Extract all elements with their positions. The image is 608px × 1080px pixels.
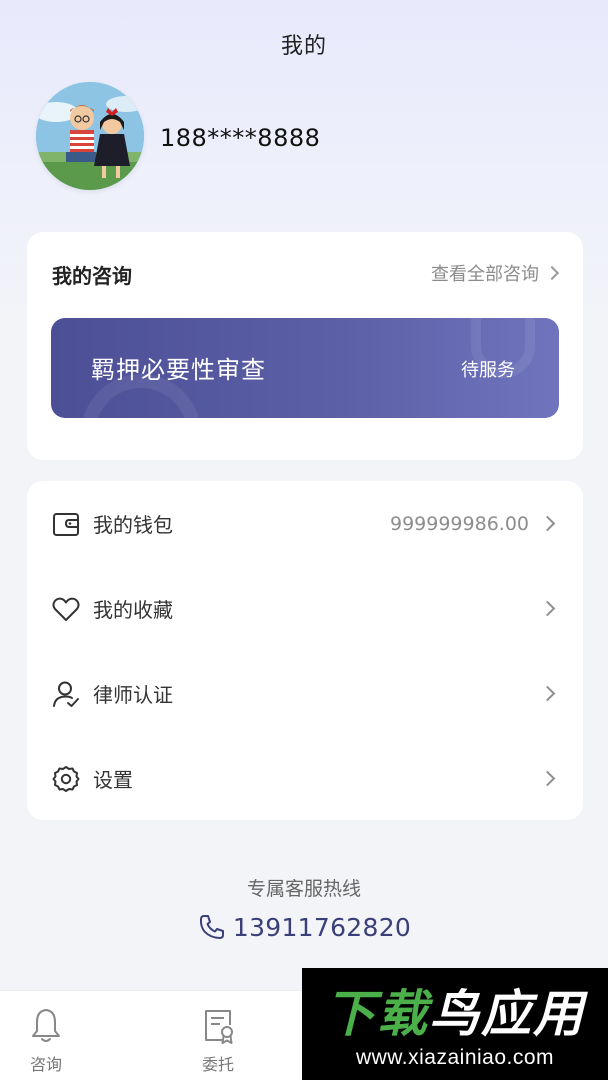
view-all-consultations-link[interactable]: 查看全部咨询	[431, 260, 560, 286]
chevron-right-icon	[539, 770, 556, 787]
menu-item-settings[interactable]: 设置	[27, 736, 583, 821]
chevron-right-icon	[539, 515, 556, 532]
nav-tab-label: 咨询	[29, 1055, 62, 1074]
hotline-call-button[interactable]: 13911762820	[0, 912, 608, 942]
menu-item-wallet[interactable]: 我的钱包 999999986.00	[27, 481, 583, 566]
chevron-right-icon	[539, 600, 556, 617]
heart-icon	[50, 593, 82, 625]
avatar[interactable]	[36, 82, 144, 190]
consultation-item-name: 羁押必要性审查	[91, 356, 266, 384]
my-consultation-card: 我的咨询 查看全部咨询 羁押必要性审查 待服务	[27, 232, 583, 460]
nav-tab-consult[interactable]: 咨询	[6, 1007, 86, 1075]
chevron-right-icon	[539, 685, 556, 702]
nav-tab-entrust[interactable]: 委托	[178, 1007, 258, 1075]
menu-item-favorites[interactable]: 我的收藏	[27, 566, 583, 651]
consultation-status-badge: 待服务	[461, 360, 515, 381]
gear-icon	[50, 763, 82, 795]
menu-item-label: 设置	[93, 768, 133, 792]
view-all-label: 查看全部咨询	[431, 264, 539, 285]
consultation-section-title: 我的咨询	[52, 264, 132, 288]
nav-tab-label: 委托	[201, 1055, 234, 1074]
menu-item-label: 我的钱包	[93, 513, 173, 537]
wallet-icon	[50, 508, 82, 540]
document-badge-icon	[205, 1010, 233, 1044]
avatar-illustration	[36, 82, 144, 190]
watermark-brand-green: 下载	[325, 985, 429, 1043]
menu-list-card: 我的钱包 999999986.00 我的收藏 律师认证 设置	[27, 481, 583, 820]
watermark-url: www.xiazainiao.com	[355, 1046, 555, 1069]
watermark-logo: 下载鸟应用 www.xiazainiao.com	[302, 968, 608, 1080]
menu-item-lawyer-certification[interactable]: 律师认证	[27, 651, 583, 736]
wallet-balance: 999999986.00	[389, 512, 529, 535]
watermark-brand: 下载鸟应用	[302, 974, 608, 1046]
page-title: 我的	[280, 34, 327, 59]
watermark-brand-white: 鸟应用	[429, 985, 585, 1043]
consultation-item-card[interactable]: 羁押必要性审查 待服务	[51, 318, 559, 418]
bell-icon	[32, 1009, 60, 1042]
phone-icon	[199, 915, 224, 939]
hotline-label: 专属客服热线	[246, 878, 361, 900]
menu-item-label: 我的收藏	[93, 598, 173, 622]
menu-item-label: 律师认证	[93, 683, 173, 707]
chevron-right-icon	[544, 265, 560, 281]
user-phone-number: 188****8888	[160, 124, 321, 152]
user-check-icon	[50, 678, 82, 710]
hotline-number: 13911762820	[232, 912, 412, 942]
